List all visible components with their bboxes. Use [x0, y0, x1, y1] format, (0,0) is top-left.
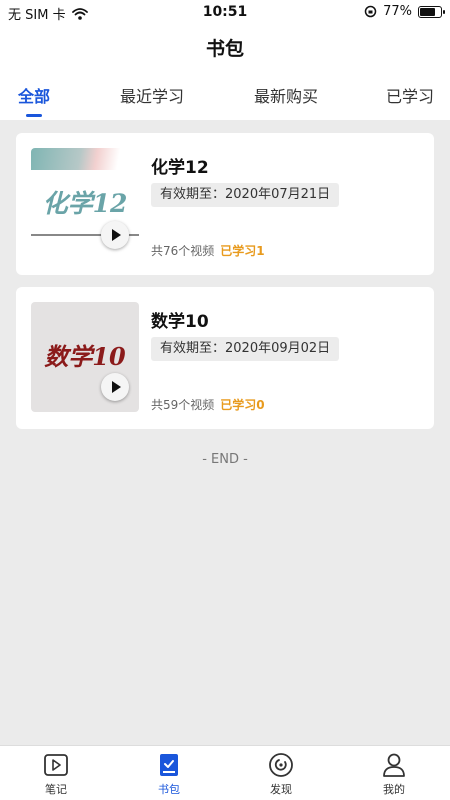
nav-discover-label: 发现: [270, 783, 292, 796]
status-right: 77%: [364, 4, 445, 19]
bookbag-icon: [160, 754, 178, 776]
play-icon[interactable]: [101, 221, 129, 249]
tab-recent-study[interactable]: 最近学习: [120, 83, 184, 107]
discover-icon: [269, 753, 293, 777]
validity-badge: 有效期至：2020年07月21日: [151, 183, 340, 207]
orientation-lock-icon: [364, 5, 377, 18]
validity-badge: 有效期至：2020年09月02日: [151, 337, 340, 361]
course-meta: 共59个视频 已学习0: [151, 396, 265, 413]
nav-bookbag[interactable]: 书包: [139, 752, 199, 797]
nav-bookbag-label: 书包: [158, 783, 180, 796]
thumbnail-title: 数学10: [44, 342, 126, 371]
course-card-math[interactable]: 数学10 数学10 有效期至：2020年09月02日 共59个视频 已学习0: [16, 287, 434, 429]
list-end-label: - END -: [202, 452, 248, 467]
profile-icon: [383, 753, 405, 777]
studied-count: 已学习0: [220, 398, 265, 412]
video-count: 共59个视频: [151, 398, 215, 412]
nav-notes[interactable]: 笔记: [26, 752, 86, 797]
tab-studied[interactable]: 已学习: [386, 83, 434, 107]
course-thumbnail[interactable]: 化学12: [31, 148, 139, 258]
active-tab-indicator: [26, 114, 42, 117]
tab-bar: 全部 最近学习 最新购买 已学习: [0, 68, 450, 120]
course-title: 数学10: [151, 312, 209, 332]
tab-latest-purchase[interactable]: 最新购买: [254, 83, 318, 107]
page-header: 书包: [0, 24, 450, 68]
play-icon[interactable]: [101, 373, 129, 401]
nav-profile-label: 我的: [383, 783, 405, 796]
video-note-icon: [44, 754, 68, 776]
thumbnail-title: 化学12: [42, 189, 128, 218]
studied-count: 已学习1: [220, 244, 265, 258]
page-title: 书包: [205, 38, 244, 60]
status-bar: 无 SIM 卡 10:51 77%: [0, 0, 450, 24]
thumbnail-decoration: [31, 148, 139, 170]
video-count: 共76个视频: [151, 244, 215, 258]
course-thumbnail[interactable]: 数学10: [31, 302, 139, 412]
nav-profile[interactable]: 我的: [364, 752, 424, 797]
course-title: 化学12: [151, 158, 209, 178]
tab-all[interactable]: 全部: [18, 83, 50, 107]
course-card-chemistry[interactable]: 化学12 化学12 有效期至：2020年07月21日 共76个视频 已学习1: [16, 133, 434, 275]
battery-level: [420, 7, 435, 16]
nav-discover[interactable]: 发现: [251, 752, 311, 797]
nav-notes-label: 笔记: [45, 783, 67, 796]
battery-icon: [418, 5, 445, 18]
bottom-nav: 笔记 书包 发现 我的: [0, 745, 450, 800]
battery-percent: 77%: [383, 4, 412, 19]
course-meta: 共76个视频 已学习1: [151, 242, 265, 259]
